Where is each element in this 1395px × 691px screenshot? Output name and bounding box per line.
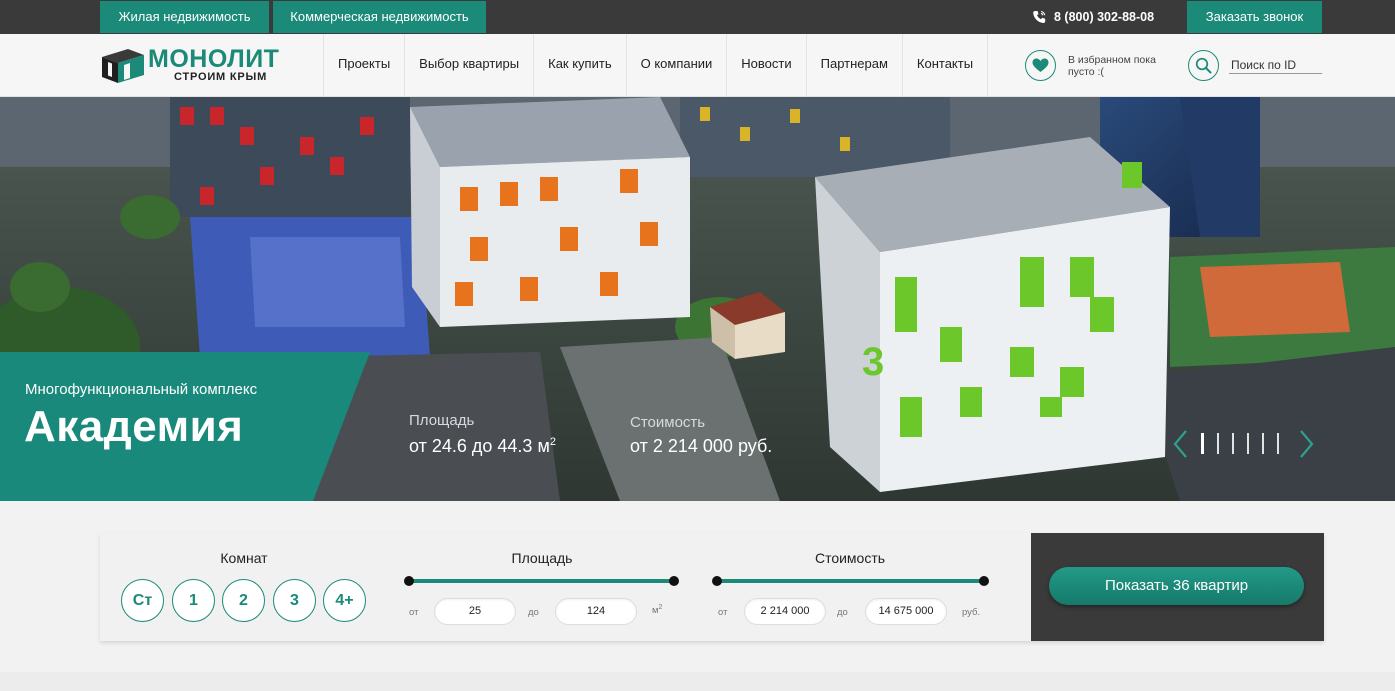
logo-name: МОНОЛИТ: [148, 45, 280, 73]
slider-dot[interactable]: [1262, 433, 1264, 454]
area-range-track[interactable]: [409, 579, 675, 583]
slider-next-icon[interactable]: [1297, 429, 1315, 459]
area-unit-label: м2: [652, 604, 662, 616]
price-from-label: от: [718, 607, 728, 618]
filter-submit-area: Показать 36 квартир: [1031, 533, 1324, 641]
hero-area-label: Площадь: [409, 412, 475, 429]
hero-title: Академия: [24, 402, 244, 451]
favorites-button[interactable]: [1025, 50, 1056, 81]
nav-item-projects[interactable]: Проекты: [323, 34, 404, 97]
room-button-4plus[interactable]: 4+: [323, 579, 366, 622]
room-button-1[interactable]: 1: [172, 579, 215, 622]
top-bar: Жилая недвижимость Коммерческая недвижим…: [0, 0, 1395, 34]
nav-item-contacts[interactable]: Контакты: [901, 34, 989, 97]
area-from-input[interactable]: 25: [434, 598, 516, 625]
site-header: МОНОЛИТ СТРОИМ КРЫМ Проекты Выбор кварти…: [0, 34, 1395, 97]
price-range-max-handle[interactable]: [979, 576, 989, 586]
favorites-status: В избранном пока пусто :(: [1068, 54, 1156, 78]
logo[interactable]: МОНОЛИТ СТРОИМ КРЫМ: [100, 45, 290, 85]
price-range-min-handle[interactable]: [712, 576, 722, 586]
price-to-label: до: [837, 607, 848, 618]
nav-item-news[interactable]: Новости: [726, 34, 805, 97]
area-to-input[interactable]: 124: [555, 598, 637, 625]
heart-icon: [1032, 58, 1049, 72]
svg-text:3: 3: [862, 340, 884, 384]
slider-dots: [1201, 433, 1279, 454]
main-nav: Проекты Выбор квартиры Как купить О комп…: [323, 34, 989, 97]
area-range-max-handle[interactable]: [669, 576, 679, 586]
area-to-label: до: [528, 607, 539, 618]
tab-residential[interactable]: Жилая недвижимость: [100, 1, 269, 33]
price-from-input[interactable]: 2 214 000: [744, 598, 826, 625]
search-input[interactable]: [1229, 56, 1322, 74]
rooms-heading: Комнат: [220, 550, 268, 566]
tab-commercial[interactable]: Коммерческая недвижимость: [273, 1, 486, 33]
room-button-3[interactable]: 3: [273, 579, 316, 622]
phone-icon: [1032, 10, 1047, 24]
area-from-label: от: [409, 607, 419, 618]
price-range-track[interactable]: [718, 579, 984, 583]
phone-number: 8 (800) 302-88-08: [1054, 10, 1155, 24]
hero-price-label: Стоимость: [630, 414, 706, 431]
hero-slider: 3 Многофункциональный комплекс Академия …: [0, 97, 1395, 501]
slider-prev-icon[interactable]: [1172, 429, 1190, 459]
hero-area-value: от 24.6 до 44.3 м2: [409, 436, 556, 457]
area-range-min-handle[interactable]: [404, 576, 414, 586]
nav-item-apartment-choice[interactable]: Выбор квартиры: [404, 34, 533, 97]
price-to-input[interactable]: 14 675 000: [865, 598, 947, 625]
slider-dot[interactable]: [1277, 433, 1279, 454]
hero-area-text: от 24.6 до 44.3 м: [409, 436, 550, 456]
logo-mark-icon: [102, 49, 144, 83]
price-unit-label: руб.: [962, 607, 981, 618]
slider-dot[interactable]: [1232, 433, 1234, 454]
hero-subtitle: Многофункциональный комплекс: [25, 381, 258, 398]
apartment-filter: Комнат Ст 1 2 3 4+ Площадь от 25 до 124 …: [100, 533, 1324, 641]
slider-dot[interactable]: [1201, 433, 1204, 454]
price-heading: Стоимость: [814, 550, 886, 566]
slider-dot[interactable]: [1247, 433, 1249, 454]
room-button-2[interactable]: 2: [222, 579, 265, 622]
callback-button[interactable]: Заказать звонок: [1187, 1, 1322, 33]
nav-item-partners[interactable]: Партнерам: [805, 34, 902, 97]
hero-price-value: от 2 214 000 руб.: [630, 436, 773, 456]
area-heading: Площадь: [511, 550, 573, 566]
phone-link[interactable]: 8 (800) 302-88-08: [1032, 0, 1154, 34]
logo-tagline: СТРОИМ КРЫМ: [174, 71, 268, 83]
nav-item-how-to-buy[interactable]: Как купить: [533, 34, 625, 97]
slider-dot[interactable]: [1217, 433, 1219, 454]
room-button-studio[interactable]: Ст: [121, 579, 164, 622]
filter-controls: Комнат Ст 1 2 3 4+ Площадь от 25 до 124 …: [100, 533, 1031, 641]
page-bottom-strip: [0, 672, 1395, 691]
area-unit-sup: 2: [658, 604, 663, 611]
hero-area-sup: 2: [549, 436, 556, 448]
search-icon: [1195, 57, 1212, 74]
nav-item-about[interactable]: О компании: [625, 34, 727, 97]
search-button[interactable]: [1188, 50, 1219, 81]
show-apartments-button[interactable]: Показать 36 квартир: [1049, 567, 1304, 605]
